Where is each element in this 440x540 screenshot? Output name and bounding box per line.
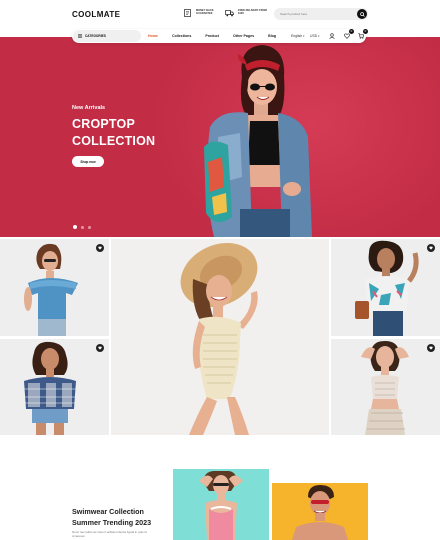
slider-dots [73,225,91,229]
search-bar [274,8,368,20]
chevron-down-icon: ▾ [318,35,320,38]
cart-button[interactable]: 0 [356,28,368,41]
slider-dot[interactable] [73,225,77,229]
product-image [0,239,109,336]
main-nav: CATEGORIES Home Collections Product Othe… [72,28,368,43]
slider-dot[interactable] [81,225,84,229]
receipt-icon [184,9,191,17]
top-header: COOLMATE Money back guarantee Free deliv… [0,0,440,30]
language-selector[interactable]: English ▾ [291,34,304,38]
feature-text: Free delivery from $100 [238,9,267,16]
cart-count-badge: 0 [363,28,368,34]
nav-item-product[interactable]: Product [205,34,219,38]
product-tile[interactable] [0,339,109,435]
product-tile[interactable] [331,339,440,435]
wishlist-button[interactable] [96,344,104,352]
main-menu: Home Collections Product Other Pages Blo… [148,34,290,38]
wishlist-button[interactable]: 0 [342,28,354,41]
menu-icon [78,34,82,38]
product-tile[interactable] [331,239,440,336]
currency-value: USD [310,34,318,38]
hero-title: CROPTOP COLLECTION [72,117,156,148]
hero-subtitle: New Arrivals [72,105,106,111]
truck-icon [225,10,234,17]
account-button[interactable] [327,32,336,41]
wishlist-button[interactable] [96,244,104,252]
categories-toggle[interactable]: CATEGORIES [73,30,141,42]
promo-description: Nunc nec tellus ac risus fi acilisis lob… [72,530,147,539]
feature-free-delivery: Free delivery from $100 [225,9,267,17]
slider-dot[interactable] [88,225,91,229]
wishlist-button[interactable] [427,344,435,352]
search-button[interactable] [357,9,367,19]
hero-banner: New Arrivals CROPTOP COLLECTION Shop now [0,37,440,237]
cart-icon [357,33,364,39]
heart-icon [98,246,102,250]
user-icon [328,33,335,39]
currency-selector[interactable]: USD ▾ [310,34,319,38]
heart-icon [429,346,433,350]
nav-item-blog[interactable]: Blog [268,34,276,38]
brand-logo[interactable]: COOLMATE [72,10,120,19]
nav-item-other-pages[interactable]: Other Pages [233,34,254,38]
nav-item-home[interactable]: Home [148,34,158,38]
language-value: English [291,34,303,38]
chevron-down-icon: ▾ [303,35,305,38]
categories-label: CATEGORIES [85,34,106,38]
search-input[interactable] [280,10,354,18]
wishlist-count-badge: 0 [349,28,354,34]
product-image [111,239,329,435]
wishlist-button[interactable] [427,244,435,252]
product-image [0,339,109,435]
nav-item-collections[interactable]: Collections [172,34,191,38]
product-tile[interactable] [0,239,109,336]
promo-model-image [272,483,368,540]
promo-image[interactable] [173,469,269,540]
promo-model-image [173,469,269,540]
hero-model-image [204,45,312,237]
heart-icon [343,33,350,39]
feature-money-back: Money back guarantee [183,9,214,17]
search-icon [359,11,365,17]
heart-icon [429,246,433,250]
promo-title: Swimwear Collection Summer Trending 2023 [72,507,152,527]
product-image [331,239,440,336]
product-tile[interactable] [111,239,329,435]
heart-icon [98,346,102,350]
shop-now-button[interactable]: Shop now [72,156,104,167]
feature-text: Money back guarantee [196,9,214,16]
promo-image[interactable] [272,483,368,540]
product-image [331,339,440,435]
